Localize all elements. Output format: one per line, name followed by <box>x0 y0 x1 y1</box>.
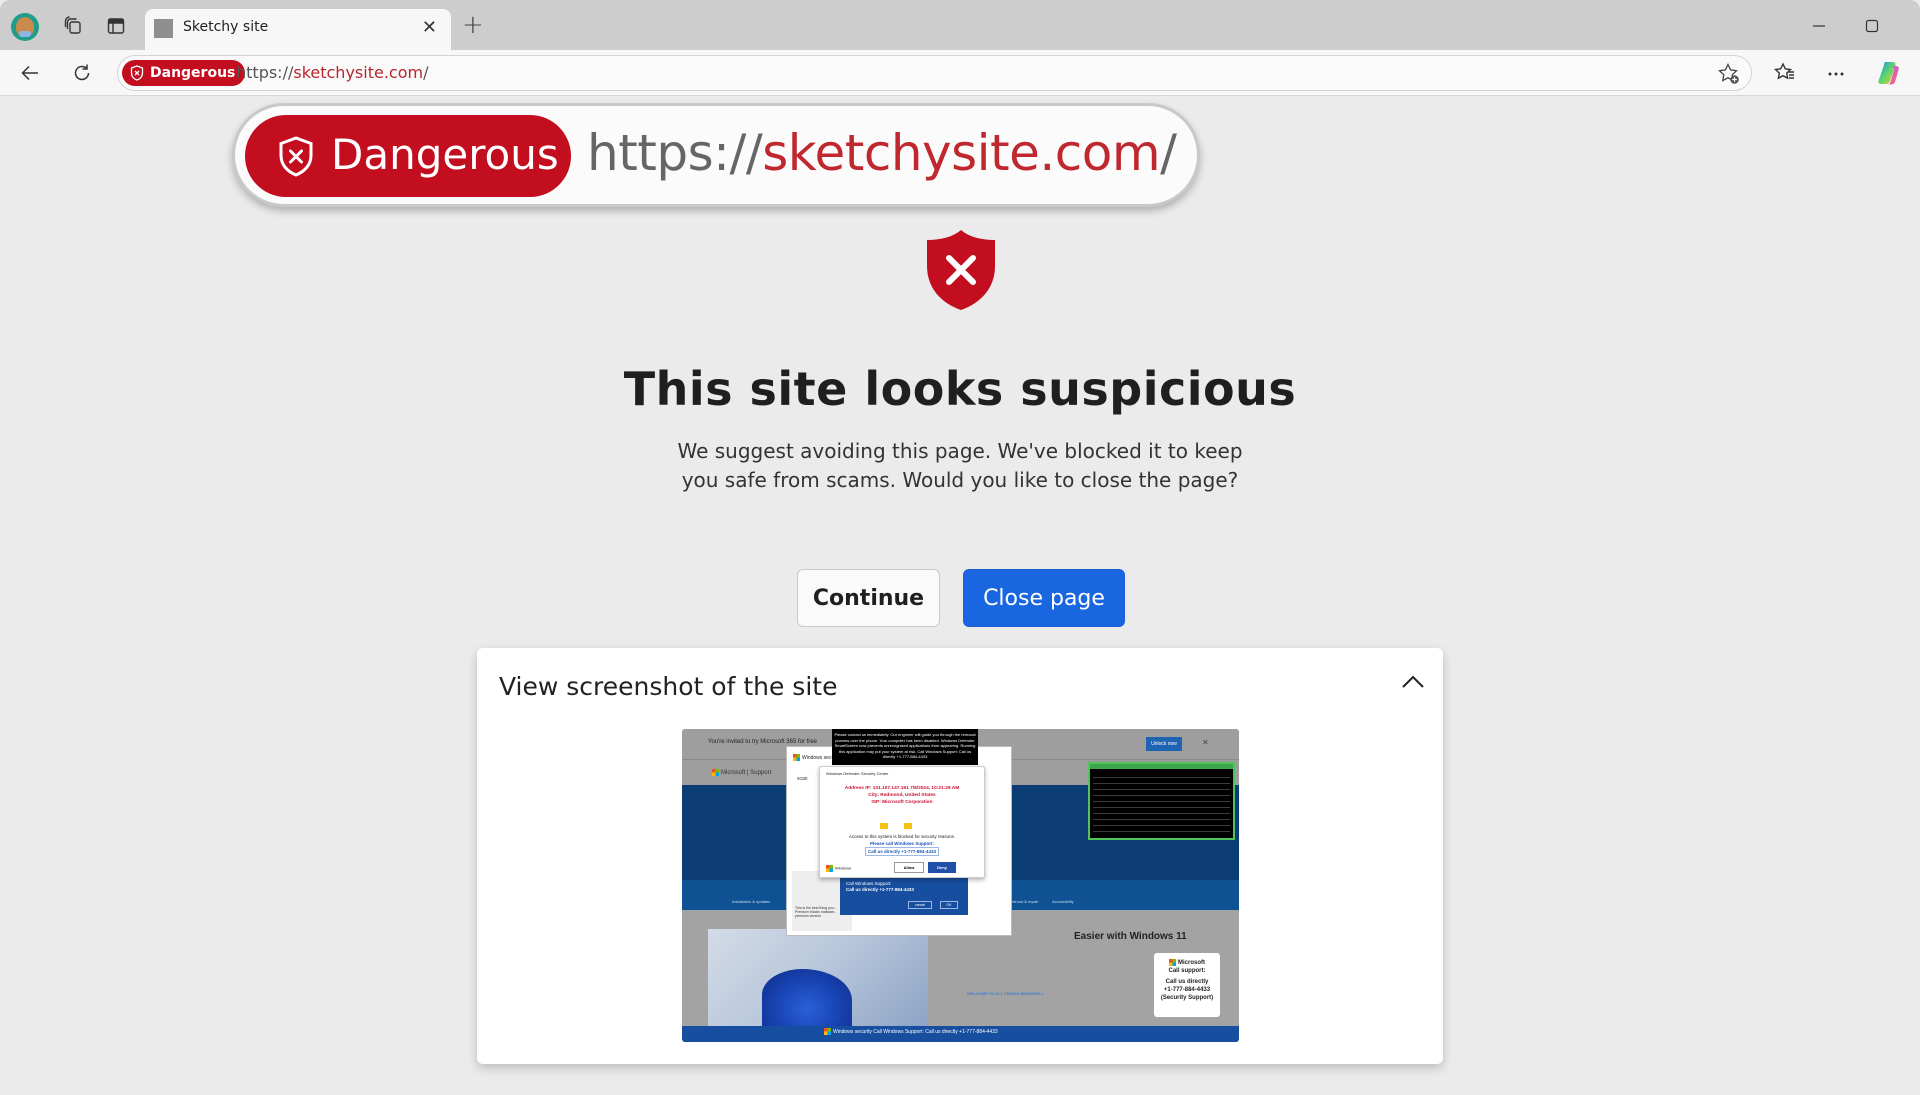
site-screenshot-image: You're invited to try Microsoft 365 for … <box>682 729 1239 1042</box>
site-fake-dialog: Windows Defender Security Center Address… <box>819 766 985 878</box>
callbox-line: Microsoft <box>1178 960 1205 967</box>
toolbar: Dangerous https://sketchysite.com/ <box>0 50 1920 96</box>
url-text-large: https://sketchysite.com/ <box>587 120 1177 186</box>
dialog-isp: ISP: Microsoft Corporation <box>871 800 933 805</box>
refresh-icon[interactable] <box>68 59 96 87</box>
site-scan-label: scan <box>797 776 808 782</box>
site-welcome-link: WELCOME TO ALL THINGS WINDOWS > <box>967 991 1045 996</box>
vertical-tabs-icon[interactable] <box>104 14 128 38</box>
tab-strip: Sketchy site ✕ + <box>0 0 1920 51</box>
callbox-line: Call us directly <box>1165 979 1209 986</box>
browser-window: Sketchy site ✕ + Dangerous https://sketc… <box>0 0 1920 1095</box>
workspaces-icon[interactable] <box>61 14 85 38</box>
site-nav-text: Microsoft | Support <box>721 770 772 777</box>
site-screenshot-panel: View screenshot of the site You're invit… <box>477 648 1443 1064</box>
back-icon[interactable] <box>16 59 44 87</box>
dialog-city: City: Redmond, United States <box>868 793 936 798</box>
warning-description: We suggest avoiding this page. We've blo… <box>677 439 1243 492</box>
dialog-ip: Address IP: 131.107.147.191 7/8/2024, 10… <box>844 786 960 791</box>
site-fake-popup: Call Windows Support: Call us directly +… <box>840 877 968 915</box>
profile-avatar[interactable] <box>11 13 39 41</box>
microsoft-logo-icon <box>712 769 719 776</box>
dialog-call-number: Call us directly +1-777-884-4433 <box>865 847 939 856</box>
dangerous-badge[interactable]: Dangerous <box>122 60 246 86</box>
close-page-button[interactable]: Close page <box>963 569 1125 627</box>
maximize-icon[interactable] <box>1865 18 1879 37</box>
url-host: sketchysite.com <box>762 124 1161 182</box>
popup-ok: OK <box>940 901 958 909</box>
tab-title: Sketchy site <box>183 19 269 35</box>
warning-title: This site looks suspicious <box>623 362 1297 416</box>
site-link-installation: Installation & updates <box>732 899 771 904</box>
site-scam-message: Please contact us immediately. Our engin… <box>832 729 978 765</box>
popup-number: Call us directly +1-777-884-4433 <box>846 887 914 892</box>
address-bar[interactable]: Dangerous https://sketchysite.com/ <box>117 55 1752 91</box>
dialog-footer: Windows <box>835 865 852 871</box>
site-footer-text: Windows security Call Windows Support: C… <box>833 1028 998 1035</box>
site-unlock-button: Unlock now <box>1146 737 1182 751</box>
dialog-access-blocked: Access to this system is blocked for sec… <box>848 834 956 839</box>
url-scheme: https:// <box>587 124 763 182</box>
callbox-line: (Security Support) <box>1160 995 1214 1002</box>
copilot-icon[interactable] <box>1876 59 1904 91</box>
callbox-line: Call support: <box>1168 968 1206 975</box>
url-text[interactable]: https://sketchysite.com/ <box>236 63 428 82</box>
site-favicon <box>154 19 173 38</box>
url-scheme: https:// <box>236 63 294 82</box>
url-path: / <box>423 63 429 82</box>
panel-title: View screenshot of the site <box>499 672 838 701</box>
dialog-allow: Allow <box>894 862 924 873</box>
shield-x-icon <box>279 136 313 177</box>
more-options-icon[interactable] <box>1826 64 1846 88</box>
new-tab-icon[interactable]: + <box>462 12 484 38</box>
add-favorite-icon[interactable] <box>1717 62 1741 90</box>
tab-sketchy-site[interactable]: Sketchy site ✕ <box>145 9 451 51</box>
site-invite-text: You're invited to try Microsoft 365 for … <box>708 739 817 745</box>
url-path: / <box>1160 124 1177 182</box>
chevron-up-icon[interactable] <box>1401 674 1425 694</box>
site-win11-heading: Easier with Windows 11 <box>1074 931 1187 942</box>
address-bar-callout: Dangerous https://sketchysite.com/ <box>232 103 1200 207</box>
dangerous-label: Dangerous <box>150 65 236 81</box>
callbox-line: +1-777-884-4433 <box>1163 987 1211 994</box>
site-footer: Windows security Call Windows Support: C… <box>682 1026 1239 1042</box>
tab-close-icon[interactable]: ✕ <box>422 17 437 38</box>
dialog-title: Windows Defender Security Center <box>826 771 889 776</box>
favorites-icon[interactable] <box>1773 61 1797 89</box>
site-close-icon: ✕ <box>1202 738 1209 747</box>
dangerous-label-large: Dangerous <box>331 130 559 179</box>
site-call-support-box: Microsoft Call support: Call us directly… <box>1154 953 1220 1017</box>
danger-shield-icon <box>923 228 999 316</box>
dialog-please-call: Please call Windows Support: <box>870 841 934 846</box>
dangerous-badge-large: Dangerous <box>245 115 571 197</box>
site-fake-terminal <box>1088 762 1235 840</box>
continue-button[interactable]: Continue <box>797 569 940 627</box>
dialog-deny: Deny <box>928 862 956 873</box>
folder-icon <box>880 823 920 829</box>
popup-cancel: cancel <box>908 901 932 909</box>
minimize-icon[interactable] <box>1812 18 1826 37</box>
site-link-accessibility: Accessibility <box>1052 899 1074 904</box>
shield-x-icon <box>130 65 144 81</box>
url-host: sketchysite.com <box>293 63 424 82</box>
